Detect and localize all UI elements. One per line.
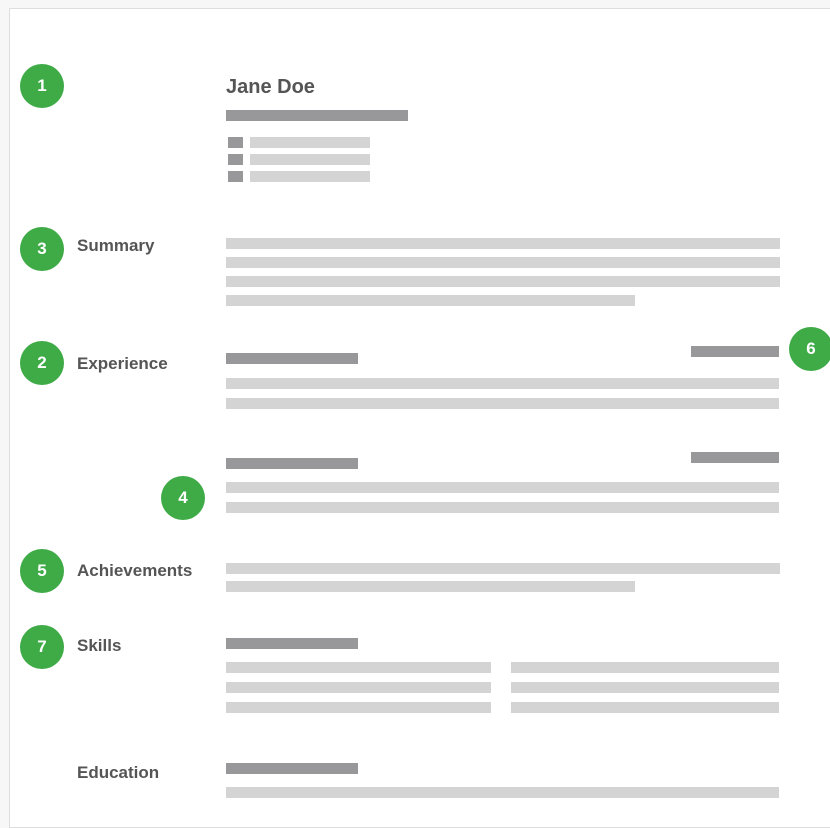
skills-title-placeholder	[226, 638, 358, 649]
education-line	[226, 787, 779, 798]
skill-line	[511, 682, 779, 693]
experience-title-placeholder	[226, 458, 358, 469]
experience-date-placeholder	[691, 346, 779, 357]
badge-3: 3	[20, 227, 64, 271]
section-label-education: Education	[77, 763, 160, 782]
experience-line	[226, 482, 779, 493]
section-label-experience: Experience	[77, 354, 168, 373]
badge-2: 2	[20, 341, 64, 385]
skill-line	[226, 702, 491, 713]
summary-line	[226, 257, 780, 268]
job-title-placeholder	[226, 110, 408, 121]
education-title-placeholder	[226, 763, 358, 774]
contact-line-placeholder	[250, 137, 370, 148]
badge-4: 4	[161, 476, 205, 520]
section-label-skills: Skills	[77, 636, 122, 655]
experience-date-placeholder	[691, 452, 779, 463]
experience-line	[226, 378, 779, 389]
skill-line	[511, 702, 779, 713]
section-label-summary: Summary	[77, 236, 155, 255]
achievements-line	[226, 581, 635, 592]
contact-line-placeholder	[250, 154, 370, 165]
resume-name: Jane Doe	[226, 76, 315, 98]
badge-7: 7	[20, 625, 64, 669]
summary-line	[226, 238, 780, 249]
badge-5: 5	[20, 549, 64, 593]
skill-line	[226, 662, 491, 673]
badge-6: 6	[789, 327, 830, 371]
skill-line	[226, 682, 491, 693]
section-label-achievements: Achievements	[77, 561, 193, 580]
summary-line	[226, 276, 780, 287]
contact-icon-placeholder	[228, 171, 243, 182]
skill-line	[511, 662, 779, 673]
experience-line	[226, 398, 779, 409]
summary-line	[226, 295, 635, 306]
achievements-line	[226, 563, 780, 574]
experience-title-placeholder	[226, 353, 358, 364]
contact-icon-placeholder	[228, 137, 243, 148]
contact-line-placeholder	[250, 171, 370, 182]
badge-1: 1	[20, 64, 64, 108]
experience-line	[226, 502, 779, 513]
contact-icon-placeholder	[228, 154, 243, 165]
